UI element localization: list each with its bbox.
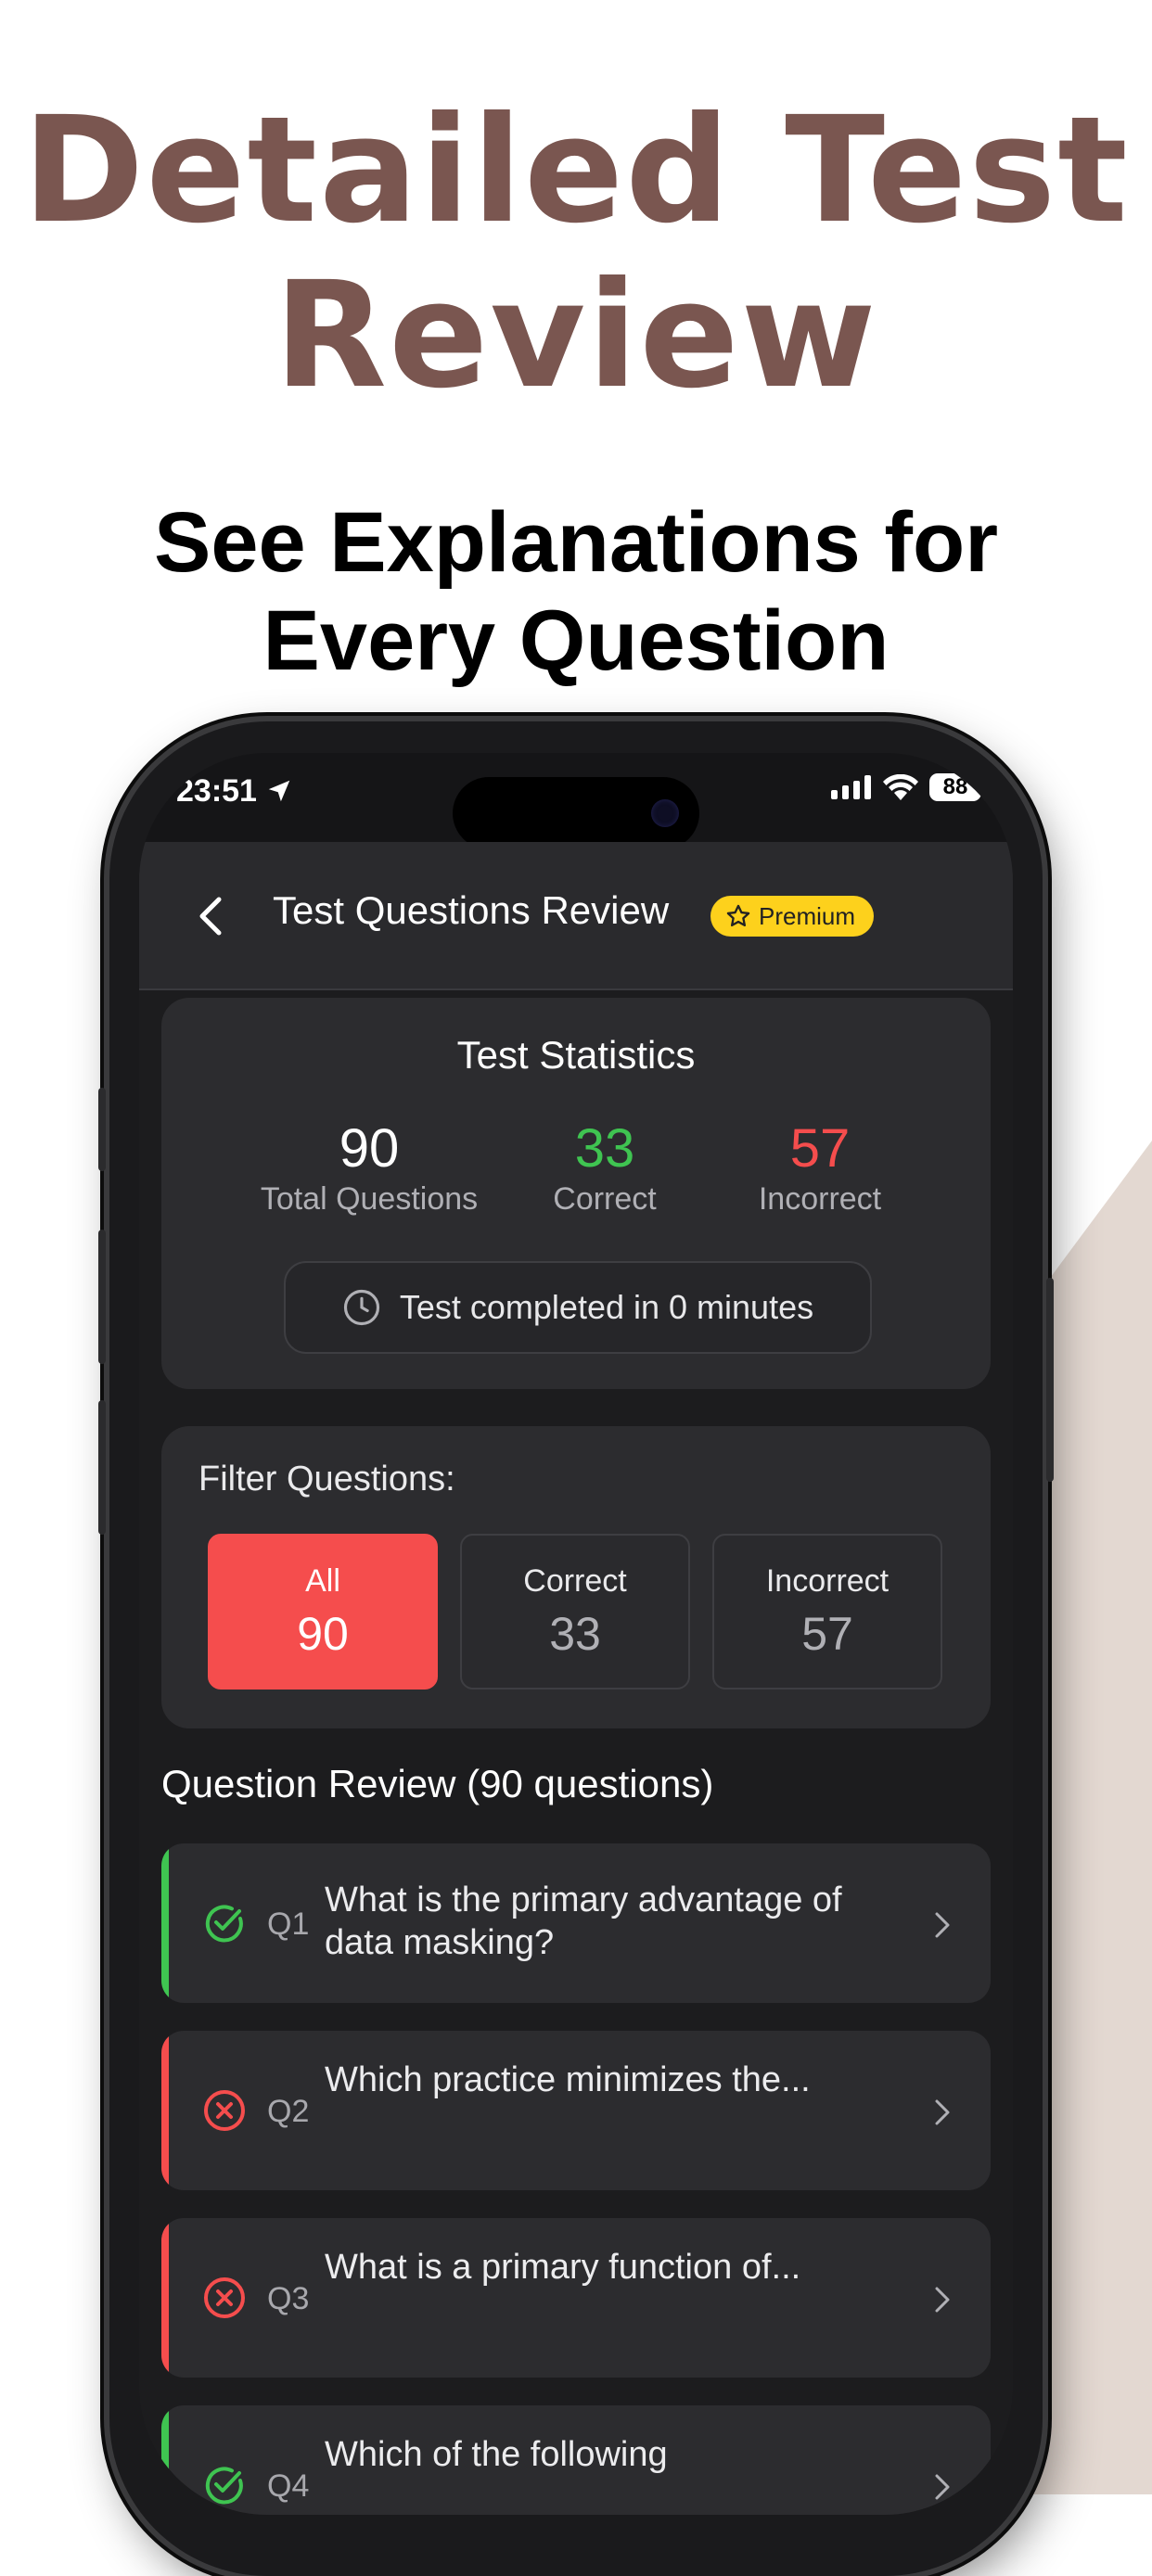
question-review-title: Question Review (90 questions) (161, 1762, 714, 1805)
question-text: What is a primary function of... (325, 2248, 801, 2287)
star-icon (726, 904, 750, 927)
marketing-headline: Detailed Test Review (0, 88, 1152, 418)
dynamic-island (453, 777, 699, 849)
filter-correct-label: Correct (523, 1563, 627, 1599)
completion-time-box: Test completed in 0 minutes (284, 1261, 872, 1354)
clock-icon (343, 1289, 379, 1326)
chevron-right-icon (935, 2099, 950, 2125)
status-bar-incorrect (161, 2218, 169, 2378)
question-text: Which of the following (325, 2435, 668, 2474)
filter-incorrect-button[interactable]: Incorrect 57 (712, 1534, 942, 1690)
filter-card: Filter Questions: All 90 Correct 33 Inco… (161, 1426, 991, 1728)
action-button (98, 1088, 106, 1171)
filter-incorrect-label: Incorrect (765, 1563, 890, 1599)
volume-up-button (98, 1230, 106, 1364)
status-bar-correct (161, 2405, 169, 2515)
stats-title: Test Statistics (456, 1033, 696, 1077)
front-camera (651, 799, 679, 827)
check-circle-icon (205, 2467, 243, 2505)
cellular-signal-icon (831, 775, 871, 799)
subhead-line-1: See Explanations for (153, 495, 999, 590)
stat-total-label: Total Questions (260, 1181, 479, 1217)
battery-indicator: 88 (929, 773, 981, 801)
premium-badge[interactable]: Premium (710, 896, 875, 937)
phone-screen: 23:51 88 Test Questions Review Premium T… (139, 753, 1013, 2515)
headline-line-2: Review (274, 250, 878, 421)
status-bar-correct (161, 1843, 169, 2003)
question-number: Q1 (267, 1906, 310, 1942)
page-title: Test Questions Review (273, 888, 670, 932)
marketing-subheadline: See Explanations for Every Question (0, 493, 1152, 690)
chevron-left-icon (199, 897, 222, 936)
subhead-line-2: Every Question (262, 593, 890, 688)
nav-bar: Test Questions Review Premium (139, 842, 1013, 990)
location-arrow-icon (269, 780, 290, 802)
question-number: Q2 (267, 2094, 310, 2129)
status-bar-incorrect (161, 2031, 169, 2190)
completion-time-text: Test completed in 0 minutes (399, 1288, 814, 1326)
filter-correct-button[interactable]: Correct 33 (460, 1534, 690, 1690)
status-icons: 88 (831, 773, 981, 801)
question-number: Q3 (267, 2281, 310, 2316)
stat-total-value: 90 (339, 1118, 400, 1179)
chevron-right-icon (935, 2287, 950, 2313)
stat-total: 90 Total Questions (239, 1118, 499, 1218)
filter-all-button[interactable]: All 90 (208, 1534, 438, 1690)
question-item-q2[interactable]: Q2 Which practice minimizes the... (161, 2031, 991, 2190)
filter-all-label: All (305, 1563, 340, 1599)
question-item-q1[interactable]: Q1 What is the primary advantage of data… (161, 1843, 991, 2003)
question-number: Q4 (267, 2468, 310, 2504)
wifi-icon (883, 774, 918, 800)
question-item-q4[interactable]: Q4 Which of the following (161, 2405, 991, 2515)
chevron-right-icon (935, 2474, 950, 2500)
check-circle-icon (205, 1905, 243, 1943)
question-item-q3[interactable]: Q3 What is a primary function of... (161, 2218, 991, 2378)
x-circle-icon (204, 2277, 245, 2318)
power-button (1046, 1278, 1054, 1482)
status-bar: 23:51 88 (139, 753, 1013, 849)
chevron-right-icon (935, 1912, 950, 1938)
filter-all-count: 90 (297, 1608, 349, 1660)
filter-correct-count: 33 (549, 1608, 601, 1660)
question-text: Which practice minimizes the... (325, 2060, 811, 2099)
x-circle-icon (204, 2090, 245, 2131)
stat-incorrect: 57 Incorrect (690, 1118, 950, 1218)
volume-down-button (98, 1400, 106, 1535)
stat-incorrect-value: 57 (789, 1118, 851, 1179)
question-text: What is the primary advantage of data ma… (325, 1881, 842, 1962)
stats-card: Test Statistics 90 Total Questions 33 Co… (161, 998, 991, 1389)
stat-incorrect-label: Incorrect (758, 1181, 882, 1217)
premium-label: Premium (759, 902, 856, 930)
status-time: 23:51 (176, 773, 293, 810)
back-button[interactable] (187, 888, 234, 944)
filter-label: Filter Questions: (198, 1460, 455, 1498)
headline-line-1: Detailed Test (22, 85, 1130, 256)
filter-incorrect-count: 57 (801, 1608, 853, 1660)
